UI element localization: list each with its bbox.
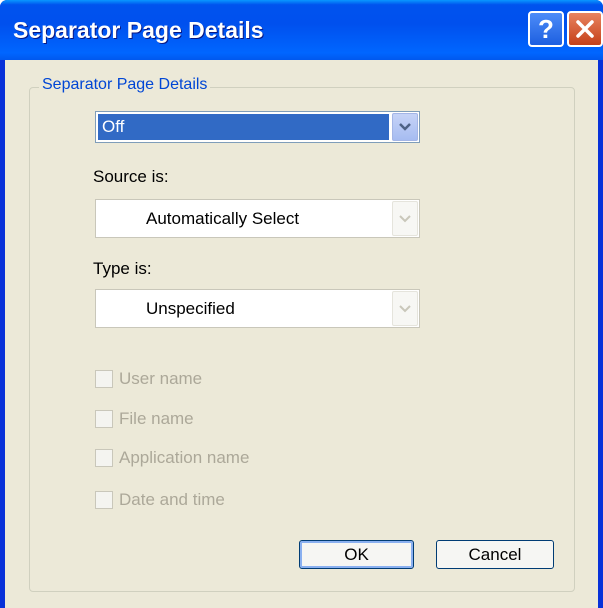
file-name-label: File name [119, 409, 194, 428]
source-dropdown: Automatically Select [95, 199, 420, 238]
svg-text:?: ? [538, 16, 554, 42]
dialog-body: Separator Page Details Off Source is: Au… [5, 60, 598, 608]
close-button[interactable] [567, 11, 603, 47]
source-dropdown-arrow [392, 201, 418, 236]
user-name-option: User name [95, 369, 202, 389]
chevron-down-icon [399, 304, 411, 312]
source-label: Source is: [93, 167, 169, 186]
chevron-down-icon [399, 123, 411, 131]
help-button[interactable]: ? [528, 11, 564, 47]
user-name-label: User name [119, 369, 203, 388]
user-name-checkbox [95, 370, 113, 388]
type-label: Type is: [93, 259, 152, 278]
file-name-checkbox [95, 410, 113, 428]
ok-button[interactable]: OK [299, 540, 414, 569]
type-dropdown-arrow [392, 291, 418, 326]
application-name-option: Application name [95, 448, 249, 468]
separator-dropdown[interactable]: Off [95, 111, 420, 143]
application-name-checkbox [95, 449, 113, 467]
window-title: Separator Page Details [13, 17, 264, 43]
separator-dropdown-arrow[interactable] [392, 113, 418, 141]
application-name-label: Application name [119, 448, 250, 467]
type-dropdown: Unspecified [95, 289, 420, 328]
close-icon [576, 20, 594, 38]
chevron-down-icon [399, 214, 411, 222]
title-bar[interactable]: Separator Page Details ? [0, 0, 603, 60]
separator-groupbox [29, 87, 575, 592]
date-time-label: Date and time [119, 490, 225, 509]
help-icon: ? [538, 16, 554, 42]
source-dropdown-value: Automatically Select [146, 208, 300, 228]
dialog-window: Separator Page Details ? Separator Page … [0, 0, 603, 608]
file-name-option: File name [95, 409, 194, 429]
type-dropdown-value: Unspecified [146, 298, 235, 318]
separator-dropdown-value: Off [97, 113, 390, 141]
date-time-option: Date and time [95, 490, 225, 510]
group-legend: Separator Page Details [39, 76, 211, 94]
date-time-checkbox [95, 491, 113, 509]
cancel-button[interactable]: Cancel [436, 540, 554, 569]
